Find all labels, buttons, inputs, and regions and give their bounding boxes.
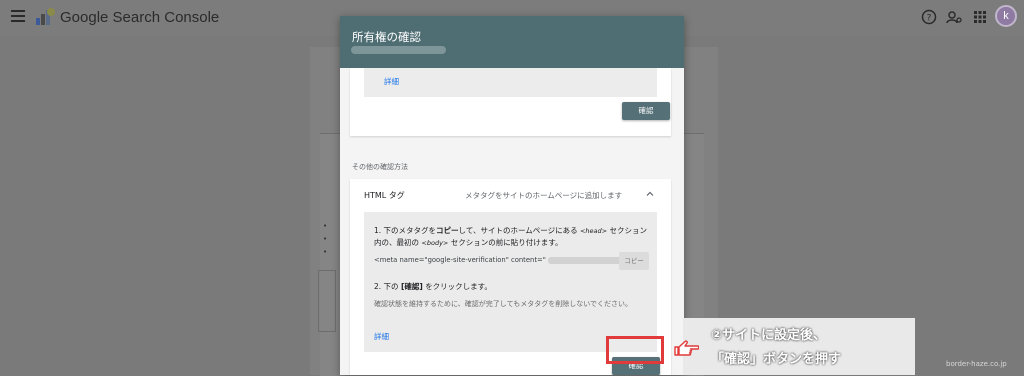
html-tag-description[interactable]: メタタグをサイトのホームページに追加します <box>465 190 622 201</box>
step2-text: 2. 下の [確認] をクリックします。 <box>374 282 492 291</box>
annotation-callout: ②サイトに設定後、 「確認」ボタンを押す <box>683 318 915 375</box>
help-icon[interactable]: ? <box>921 9 937 25</box>
dialog-title: 所有権の確認 <box>352 30 421 44</box>
menu-icon[interactable] <box>11 10 25 22</box>
meta-tag-field[interactable]: <meta name="google-site-verification" co… <box>374 256 635 264</box>
manage-accounts-icon[interactable] <box>946 9 962 25</box>
ownership-verification-dialog: 所有権の確認 詳細 確認 その他の確認方法 HTML タグ メタタグをサイトのホ… <box>340 16 684 375</box>
avatar[interactable]: k <box>995 5 1017 27</box>
background-bullets: • • • <box>323 222 328 256</box>
pointing-hand-icon <box>674 340 699 356</box>
html-tag-instructions: 1. 下のメタタグをコピーして、サイトのホームページにある <head> セクシ… <box>364 212 657 352</box>
property-url-blurred <box>351 46 446 54</box>
annotation-line1: ②サイトに設定後、 <box>711 328 827 343</box>
app-title[interactable]: Google Search Console <box>60 9 219 26</box>
annotation-line2: 「確認」ボタンを押す <box>711 352 842 367</box>
copy-button[interactable]: コピー <box>619 252 649 270</box>
recommended-method-content: 詳細 <box>364 68 657 97</box>
html-tag-title[interactable]: HTML タグ <box>364 190 405 201</box>
background-box <box>318 270 336 332</box>
verification-code-blurred <box>547 256 626 264</box>
chevron-up-icon[interactable] <box>646 190 654 198</box>
dialog-header: 所有権の確認 <box>340 16 684 68</box>
details-link[interactable]: 詳細 <box>384 76 399 87</box>
confirm-button-highlight <box>606 336 664 364</box>
svg-text:?: ? <box>927 14 932 24</box>
other-methods-label: その他の確認方法 <box>352 163 408 171</box>
search-console-logo[interactable] <box>36 7 56 25</box>
dialog-body[interactable]: 詳細 確認 その他の確認方法 HTML タグ メタタグをサイトのホームページに追… <box>340 68 684 375</box>
apps-grid-icon[interactable] <box>972 9 988 25</box>
confirm-button[interactable]: 確認 <box>622 102 670 120</box>
details-link-html[interactable]: 詳細 <box>374 331 389 342</box>
watermark: border-haze.co.jp <box>946 360 1007 368</box>
step1-text: 1. 下のメタタグをコピーして、サイトのホームページにある <head> セクシ… <box>374 226 647 247</box>
recommended-method-card: 詳細 確認 <box>350 68 671 136</box>
keep-meta-tag-note: 確認状態を維持するために、確認が完了してもメタタグを削除しないでください。 <box>374 300 633 308</box>
